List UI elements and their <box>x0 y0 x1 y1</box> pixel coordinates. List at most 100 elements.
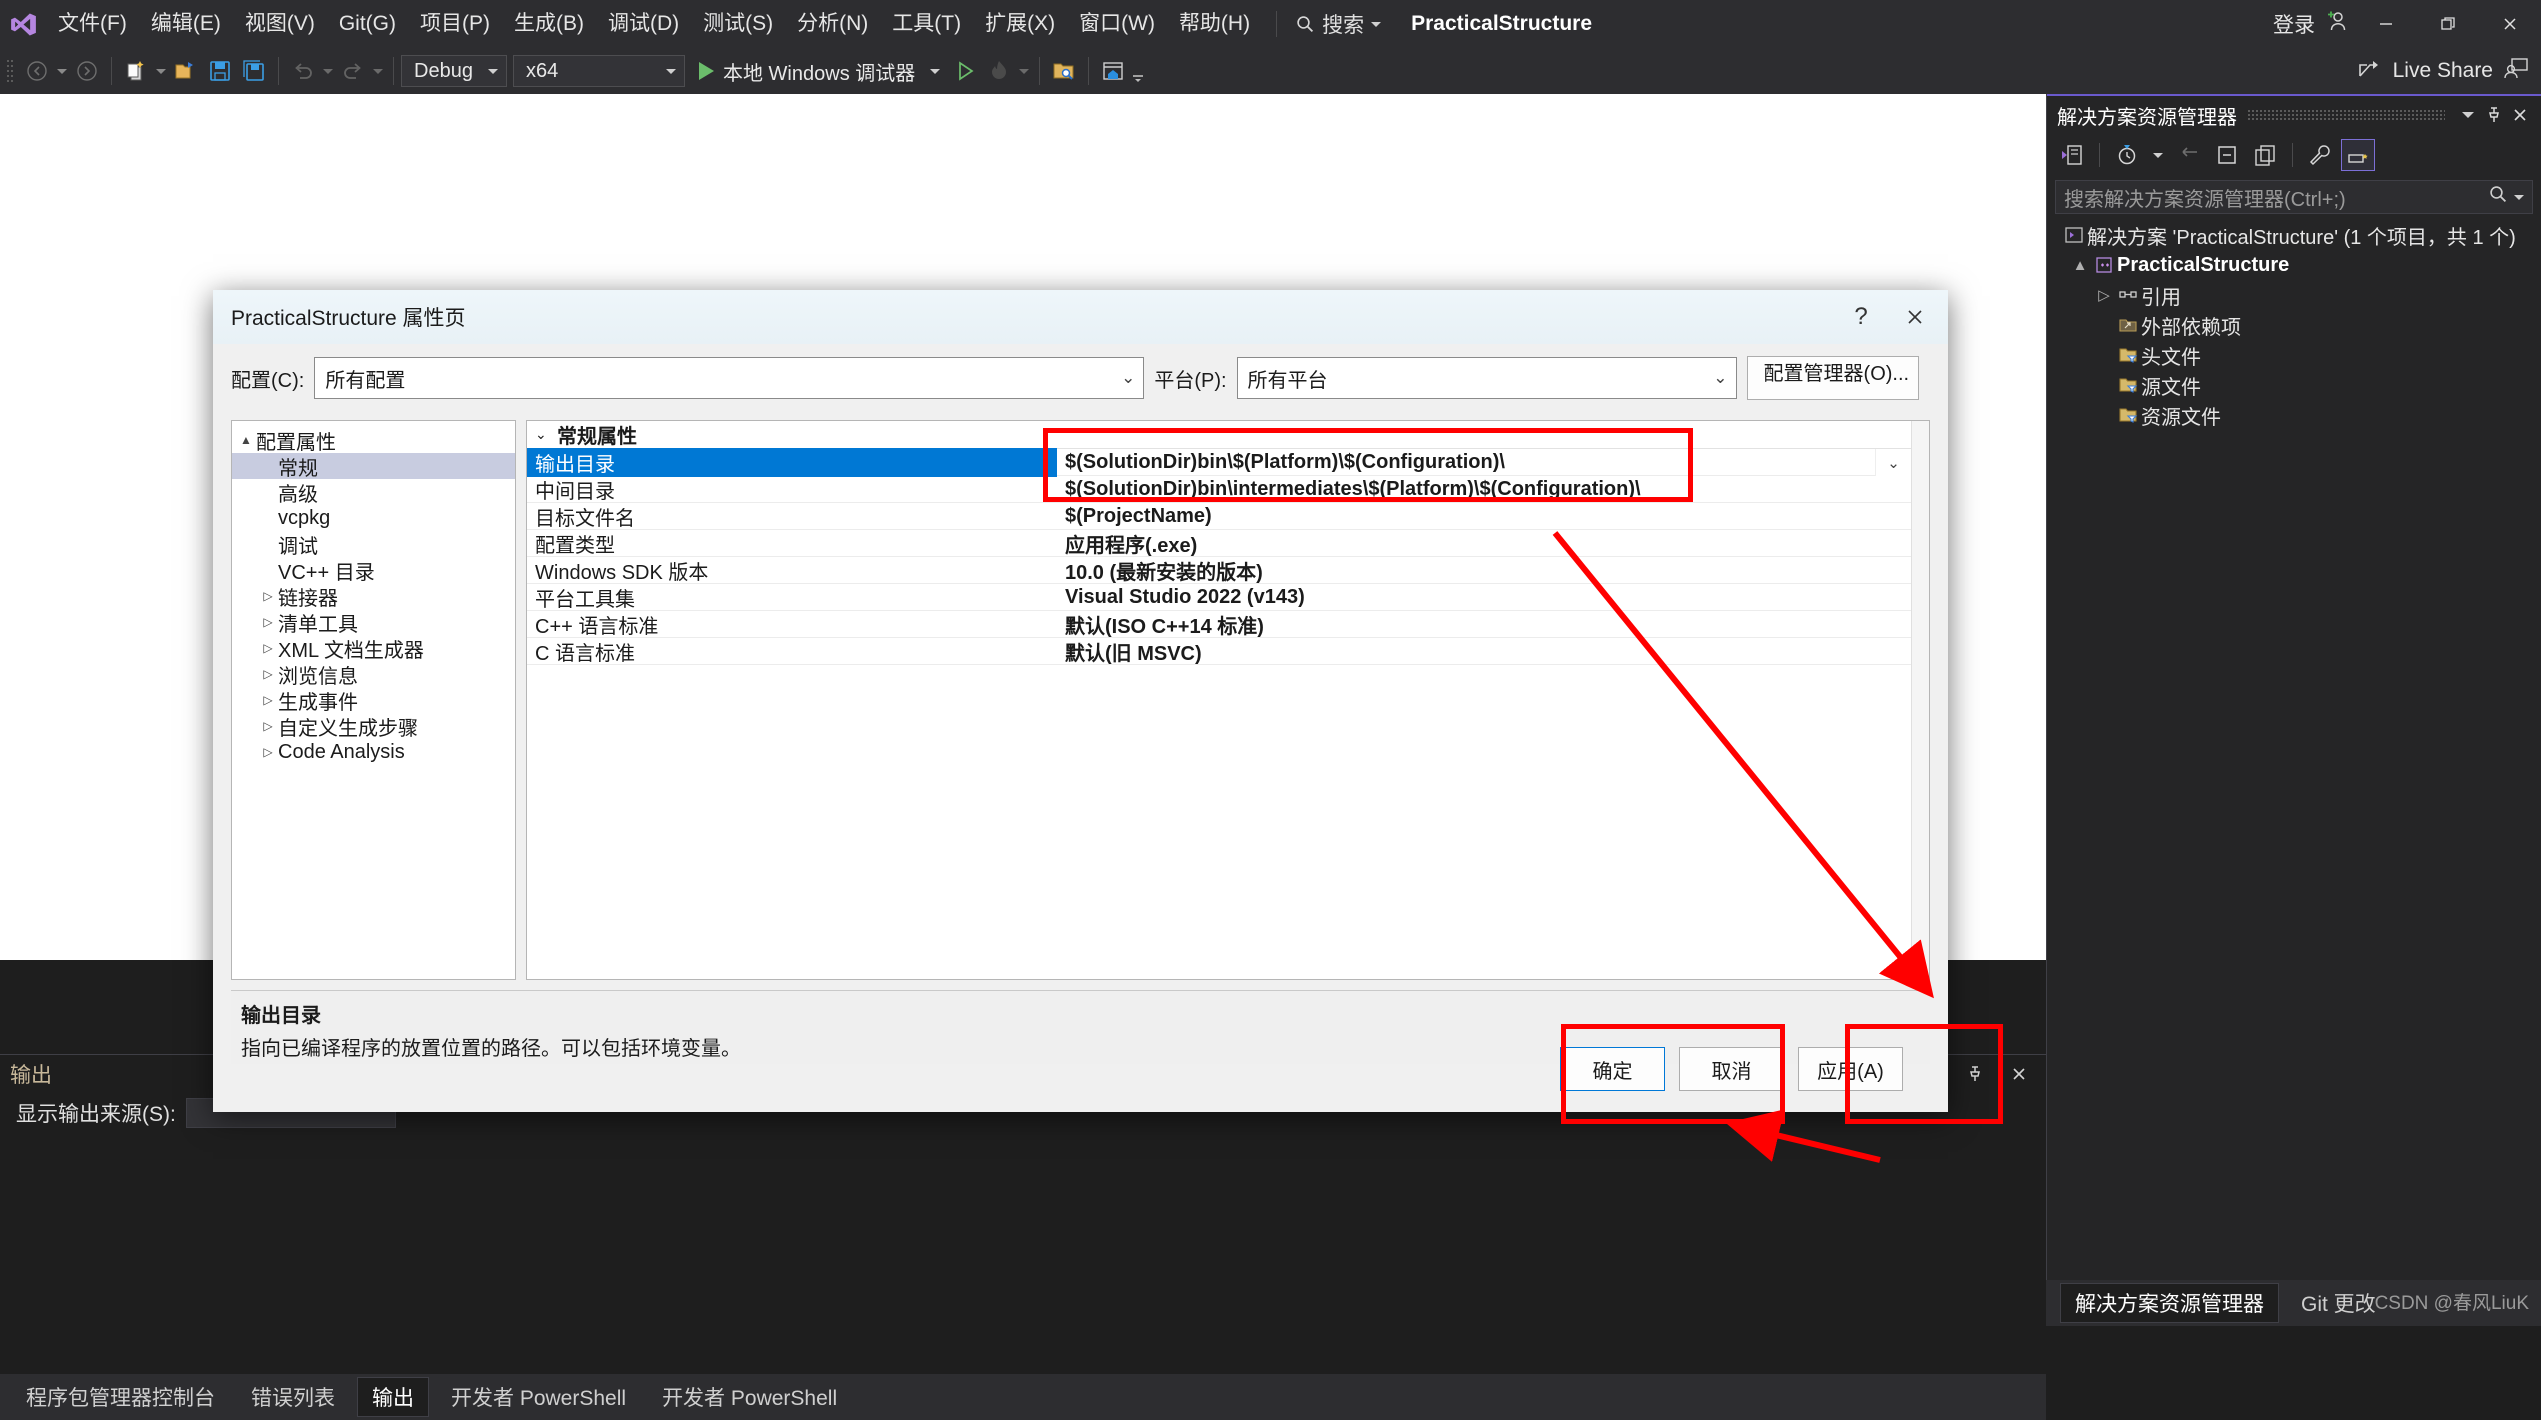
share-icon[interactable] <box>2357 56 2383 86</box>
start-debug-button[interactable]: 本地 Windows 调试器 <box>691 54 948 88</box>
apply-button[interactable]: 应用(A) <box>1798 1047 1903 1091</box>
expander-icon[interactable]: ▷ <box>2093 286 2115 304</box>
dialog-close-button[interactable] <box>1888 294 1942 340</box>
property-grid-category-header[interactable]: ⌄ 常规属性 <box>527 421 1929 449</box>
property-value[interactable]: 10.0 (最新安装的版本) <box>1057 556 1929 585</box>
user-screen-icon[interactable] <box>2503 56 2529 86</box>
property-tree-build-events[interactable]: ▷ 生成事件 <box>232 687 515 713</box>
expander-icon[interactable]: ▲ <box>236 433 256 447</box>
property-row-output-directory[interactable]: 输出目录 $(SolutionDir)bin\$(Platform)\$(Con… <box>527 449 1929 476</box>
tab-error-list[interactable]: 错误列表 <box>237 1378 349 1416</box>
expander-icon[interactable]: ▷ <box>258 615 278 629</box>
search-icon[interactable] <box>2488 184 2508 210</box>
undo-dropdown-icon[interactable] <box>320 54 336 88</box>
start-without-debugging-icon[interactable] <box>948 54 982 88</box>
expander-icon[interactable]: ▷ <box>258 719 278 733</box>
toolbar-grip[interactable] <box>6 56 20 86</box>
property-value[interactable]: Visual Studio 2022 (v143) <box>1057 586 1929 609</box>
navigate-back-icon[interactable] <box>20 54 54 88</box>
property-tree-code-analysis[interactable]: ▷ Code Analysis <box>232 739 515 765</box>
platform-combo[interactable]: 所有平台 ⌄ <box>1237 357 1737 399</box>
undo-icon[interactable] <box>286 54 320 88</box>
property-tree-advanced[interactable]: 高级 <box>232 479 515 505</box>
menu-item-window[interactable]: 窗口(W) <box>1067 0 1167 48</box>
sync-with-active-document-icon[interactable] <box>2172 139 2206 171</box>
tree-node-header-files[interactable]: 头文件 <box>2047 340 2541 370</box>
window-home-icon[interactable] <box>1096 54 1130 88</box>
property-value[interactable]: $(ProjectName) <box>1057 505 1929 528</box>
expander-icon[interactable]: ▷ <box>258 641 278 655</box>
menu-item-analyze[interactable]: 分析(N) <box>785 0 880 48</box>
property-tree-debugging[interactable]: 调试 <box>232 531 515 557</box>
pending-changes-icon[interactable] <box>2110 139 2144 171</box>
property-row-cpp-language-standard[interactable]: C++ 语言标准 默认(ISO C++14 标准) <box>527 611 1929 638</box>
menu-item-project[interactable]: 项目(P) <box>408 0 502 48</box>
menu-item-git[interactable]: Git(G) <box>327 0 408 48</box>
expander-icon[interactable]: ▷ <box>258 589 278 603</box>
sign-in-button[interactable]: 登录 <box>2265 9 2355 39</box>
tab-solution-explorer[interactable]: 解决方案资源管理器 <box>2060 1283 2279 1323</box>
property-row-intermediate-directory[interactable]: 中间目录 $(SolutionDir)bin\intermediates\$(P… <box>527 476 1929 503</box>
property-row-target-name[interactable]: 目标文件名 $(ProjectName) <box>527 503 1929 530</box>
ok-button[interactable]: 确定 <box>1560 1047 1665 1091</box>
help-button[interactable]: ? <box>1834 294 1888 340</box>
hot-reload-dropdown-icon[interactable] <box>1016 54 1032 88</box>
tab-package-manager-console[interactable]: 程序包管理器控制台 <box>12 1378 229 1416</box>
menu-item-edit[interactable]: 编辑(E) <box>139 0 233 48</box>
tree-node-project[interactable]: ▲ PracticalStructure <box>2047 250 2541 280</box>
property-tree-browse-information[interactable]: ▷ 浏览信息 <box>232 661 515 687</box>
open-project-icon[interactable] <box>169 54 203 88</box>
maximize-restore-button[interactable] <box>2417 0 2479 48</box>
menu-item-file[interactable]: 文件(F) <box>46 0 139 48</box>
pin-icon[interactable] <box>2481 102 2507 128</box>
navigate-back-dropdown-icon[interactable] <box>54 54 70 88</box>
expander-icon[interactable]: ⌄ <box>535 426 557 443</box>
live-share-label[interactable]: Live Share <box>2393 59 2493 83</box>
property-tree-vcpkg[interactable]: vcpkg <box>232 505 515 531</box>
property-value[interactable]: $(SolutionDir)bin\intermediates\$(Platfo… <box>1057 478 1929 501</box>
property-row-c-language-standard[interactable]: C 语言标准 默认(旧 MSVC) <box>527 638 1929 665</box>
navigate-forward-icon[interactable] <box>70 54 104 88</box>
menu-item-extensions[interactable]: 扩展(X) <box>973 0 1067 48</box>
menu-item-view[interactable]: 视图(V) <box>233 0 327 48</box>
property-tree-linker[interactable]: ▷ 链接器 <box>232 583 515 609</box>
property-tree-xml-doc-generator[interactable]: ▷ XML 文档生成器 <box>232 635 515 661</box>
tree-node-external-dependencies[interactable]: 外部依赖项 <box>2047 310 2541 340</box>
redo-dropdown-icon[interactable] <box>370 54 386 88</box>
expander-icon[interactable]: ▷ <box>258 745 278 759</box>
save-icon[interactable] <box>203 54 237 88</box>
new-project-dropdown-icon[interactable] <box>153 54 169 88</box>
chevron-down-icon[interactable] <box>2514 195 2524 200</box>
solution-platform-combo[interactable]: x64 <box>513 55 685 87</box>
tree-node-references[interactable]: ▷ 引用 <box>2047 280 2541 310</box>
global-search[interactable]: 搜索 <box>1291 9 1385 39</box>
property-value[interactable]: 应用程序(.exe) <box>1057 529 1929 558</box>
cancel-button[interactable]: 取消 <box>1679 1047 1784 1091</box>
tree-node-resource-files[interactable]: 资源文件 <box>2047 400 2541 430</box>
tree-node-source-files[interactable]: 源文件 <box>2047 370 2541 400</box>
property-tree-configuration-properties[interactable]: ▲ 配置属性 <box>232 427 515 453</box>
chevron-down-icon[interactable] <box>2455 102 2481 128</box>
new-project-icon[interactable] <box>119 54 153 88</box>
property-tree-custom-build-step[interactable]: ▷ 自定义生成步骤 <box>232 713 515 739</box>
pin-icon[interactable] <box>1962 1061 1988 1087</box>
property-row-configuration-type[interactable]: 配置类型 应用程序(.exe) <box>527 530 1929 557</box>
menu-item-tools[interactable]: 工具(T) <box>880 0 973 48</box>
tab-developer-powershell-1[interactable]: 开发者 PowerShell <box>437 1378 640 1416</box>
close-icon[interactable] <box>2507 102 2533 128</box>
pending-changes-dropdown-icon[interactable] <box>2148 139 2168 171</box>
configuration-combo[interactable]: 所有配置 ⌄ <box>314 357 1144 399</box>
solution-configuration-combo[interactable]: Debug <box>401 55 507 87</box>
configuration-manager-button[interactable]: 配置管理器(O)... <box>1747 356 1919 400</box>
expander-icon[interactable]: ▲ <box>2069 257 2091 274</box>
code-view-icon[interactable] <box>2055 139 2089 171</box>
tab-output[interactable]: 输出 <box>357 1377 429 1417</box>
close-icon[interactable] <box>2006 1061 2032 1087</box>
expander-icon[interactable]: ▷ <box>258 693 278 707</box>
solution-explorer-search-box[interactable]: 搜索解决方案资源管理器(Ctrl+;) <box>2055 180 2533 214</box>
show-all-files-icon[interactable] <box>2248 139 2282 171</box>
menu-item-build[interactable]: 生成(B) <box>502 0 596 48</box>
menu-item-help[interactable]: 帮助(H) <box>1167 0 1262 48</box>
property-tree-vcpp-directories[interactable]: VC++ 目录 <box>232 557 515 583</box>
close-window-button[interactable] <box>2479 0 2541 48</box>
